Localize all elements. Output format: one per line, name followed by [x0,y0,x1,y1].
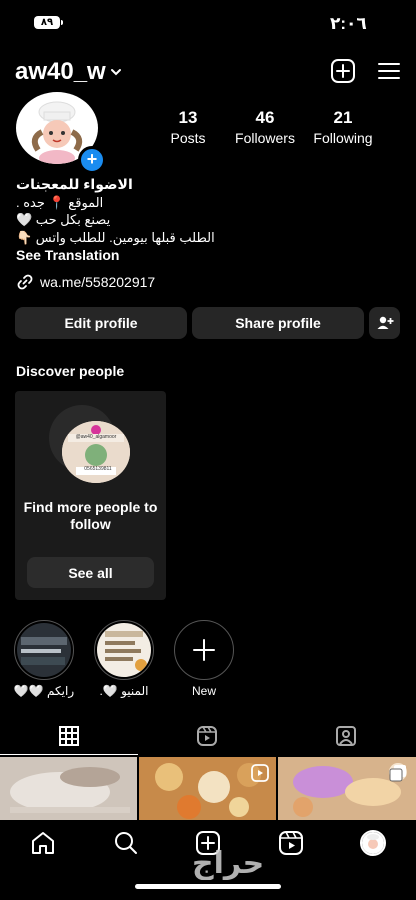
add-story-button[interactable]: + [78,146,106,174]
followers-stat[interactable]: 46 Followers [232,108,298,146]
followers-count: 46 [255,108,275,127]
edit-profile-button[interactable]: Edit profile [15,307,187,339]
create-post-icon[interactable] [330,58,356,84]
bio-link-text: wa.me/558202917 [40,274,156,290]
active-tab-indicator [0,754,138,755]
reels-icon[interactable] [278,830,304,856]
grid-tab-icon[interactable] [57,724,81,748]
carousel-indicator-icon [389,764,407,782]
discover-people-title: Discover people [16,363,125,379]
highlight-label: المنيو 🤍. [99,684,149,698]
new-highlight-button[interactable] [174,620,234,680]
discover-card-image [62,421,130,483]
plus-icon [177,623,231,677]
posts-label: Posts [170,130,206,146]
username-switcher[interactable]: aw40_w [15,58,122,86]
card-phone: 0565139811 [84,466,112,472]
highlight-thumbnail [97,623,151,677]
see-all-button[interactable]: See all [27,557,154,588]
username: aw40_w [15,58,106,85]
bio-link[interactable]: wa.me/558202917 [16,273,155,291]
home-icon[interactable] [30,830,56,856]
new-highlight-label: New [191,684,216,698]
highlight-thumbnail [17,623,71,677]
search-icon[interactable] [113,830,139,856]
reels-tab-icon[interactable] [195,724,219,748]
posts-stat[interactable]: 13 Posts [164,108,212,146]
status-time: ٢:٠٦ [330,14,367,33]
see-translation-link[interactable]: See Translation [16,247,119,263]
bio-line: يصنع بكل حب 🤍 [16,212,111,227]
menu-icon[interactable] [376,58,402,84]
followers-label: Followers [235,130,295,146]
post-thumbnail[interactable] [0,757,137,820]
add-person-icon [376,314,394,332]
battery-tip [61,20,63,25]
battery-icon: ٨٩ [34,16,60,29]
tagged-tab-icon[interactable] [334,724,358,748]
bio-line: الموقع 📍 جده . [16,195,104,210]
highlight-label: رايكم 🤍🤍 [13,684,75,698]
highlight-item[interactable] [14,620,74,680]
share-profile-button[interactable]: Share profile [192,307,364,339]
bio-line: الطلب قبلها بيومين. للطلب واتس 👇🏻 [16,230,215,245]
add-friend-button[interactable] [369,307,400,339]
discover-card-text: Find more people to follow [23,499,158,532]
reel-indicator-icon [250,763,270,783]
chevron-down-icon [110,66,122,78]
following-label: Following [313,130,373,146]
following-count: 21 [333,108,353,127]
link-icon [16,273,34,291]
profile-name: الاضواء للمعجنات [16,176,133,192]
card-handle: @aw40_algamoor [75,434,117,440]
profile-tab-avatar[interactable] [360,830,386,856]
following-stat[interactable]: 21 Following [310,108,376,146]
highlight-item[interactable] [94,620,154,680]
posts-count: 13 [178,108,198,127]
watermark: حراج [192,847,265,880]
home-indicator [135,884,281,889]
